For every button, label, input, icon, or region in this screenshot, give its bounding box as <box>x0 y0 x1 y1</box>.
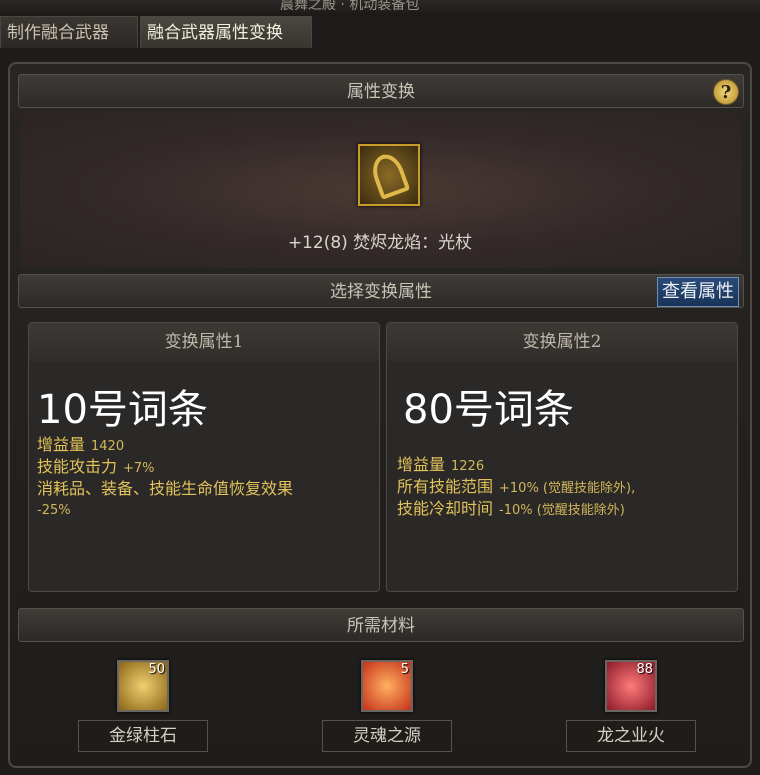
material-item[interactable]: 50 金绿柱石 <box>78 660 208 752</box>
material-item[interactable]: 5 灵魂之源 <box>322 660 452 752</box>
view-attributes-button[interactable]: 查看属性 <box>657 277 739 307</box>
attr-option-2[interactable]: 变换属性2 80号词条 增益量 1226 所有技能范围 +10% (觉醒技能除外),… <box>386 322 738 592</box>
attr-line: -25% <box>37 503 71 518</box>
materials-title: 所需材料 <box>347 616 415 636</box>
material-count: 5 <box>400 662 409 677</box>
attr-option-2-header: 变换属性2 <box>387 323 737 361</box>
help-icon[interactable]: ? <box>713 79 739 105</box>
attr-option-1-lines: 增益量 1420 技能攻击力 +7% 消耗品、装备、技能生命值恢复效果 -25% <box>37 435 377 521</box>
select-attr-title: 选择变换属性 <box>330 282 432 302</box>
material-count: 88 <box>636 662 653 677</box>
attr-change-header: 属性变换 ? <box>18 74 744 108</box>
materials-header: 所需材料 <box>18 608 744 642</box>
attr-line: 技能冷却时间 -10% (觉醒技能除外) <box>397 499 625 518</box>
attr-line: 技能攻击力 +7% <box>37 457 155 476</box>
attr-line: 增益量 1420 <box>37 435 125 454</box>
material-name: 金绿柱石 <box>78 720 208 752</box>
material-count: 50 <box>148 662 165 677</box>
attr-option-2-lines: 增益量 1226 所有技能范围 +10% (觉醒技能除外), 技能冷却时间 -10% … <box>397 455 737 521</box>
select-attr-header: 选择变换属性 查看属性 <box>18 274 744 308</box>
attr-change-title: 属性变换 <box>347 82 415 102</box>
attr-option-1-title: 10号词条 <box>37 387 208 433</box>
weapon-name: +12(8) 焚烬龙焰：光杖 <box>287 233 473 253</box>
attr-option-2-title: 80号词条 <box>403 387 574 433</box>
attr-option-1-header: 变换属性1 <box>29 323 379 361</box>
tab-make-fusion-weapon[interactable]: 制作融合武器 <box>0 16 138 48</box>
attr-line: 增益量 1226 <box>397 455 485 474</box>
attr-line: 消耗品、装备、技能生命值恢复效果 <box>37 479 294 498</box>
window-title: 晨舞之殿 · 机动装备包 <box>280 0 420 13</box>
main-panel: 属性变换 ? +12(8) 焚烬龙焰：光杖 选择变换属性 查看属性 变换属性1 … <box>8 62 752 768</box>
attr-line: 所有技能范围 +10% (觉醒技能除外), <box>397 477 636 496</box>
dragon-fire-icon: 88 <box>605 660 657 712</box>
attr-option-1[interactable]: 变换属性1 10号词条 增益量 1420 技能攻击力 +7% 消耗品、装备、技能生命… <box>28 322 380 592</box>
tab-bar: 制作融合武器 融合武器属性变换 <box>0 16 312 48</box>
material-name: 灵魂之源 <box>322 720 452 752</box>
soul-source-icon: 5 <box>361 660 413 712</box>
material-name: 龙之业火 <box>566 720 696 752</box>
tab-attr-change[interactable]: 融合武器属性变换 <box>140 16 312 48</box>
material-item[interactable]: 88 龙之业火 <box>566 660 696 752</box>
window-title-strip: 晨舞之殿 · 机动装备包 <box>0 0 760 16</box>
dragon-flame-staff-icon[interactable] <box>358 144 420 206</box>
materials-list: 50 金绿柱石 5 灵魂之源 88 龙之业火 <box>10 650 750 760</box>
gold-stone-icon: 50 <box>117 660 169 712</box>
